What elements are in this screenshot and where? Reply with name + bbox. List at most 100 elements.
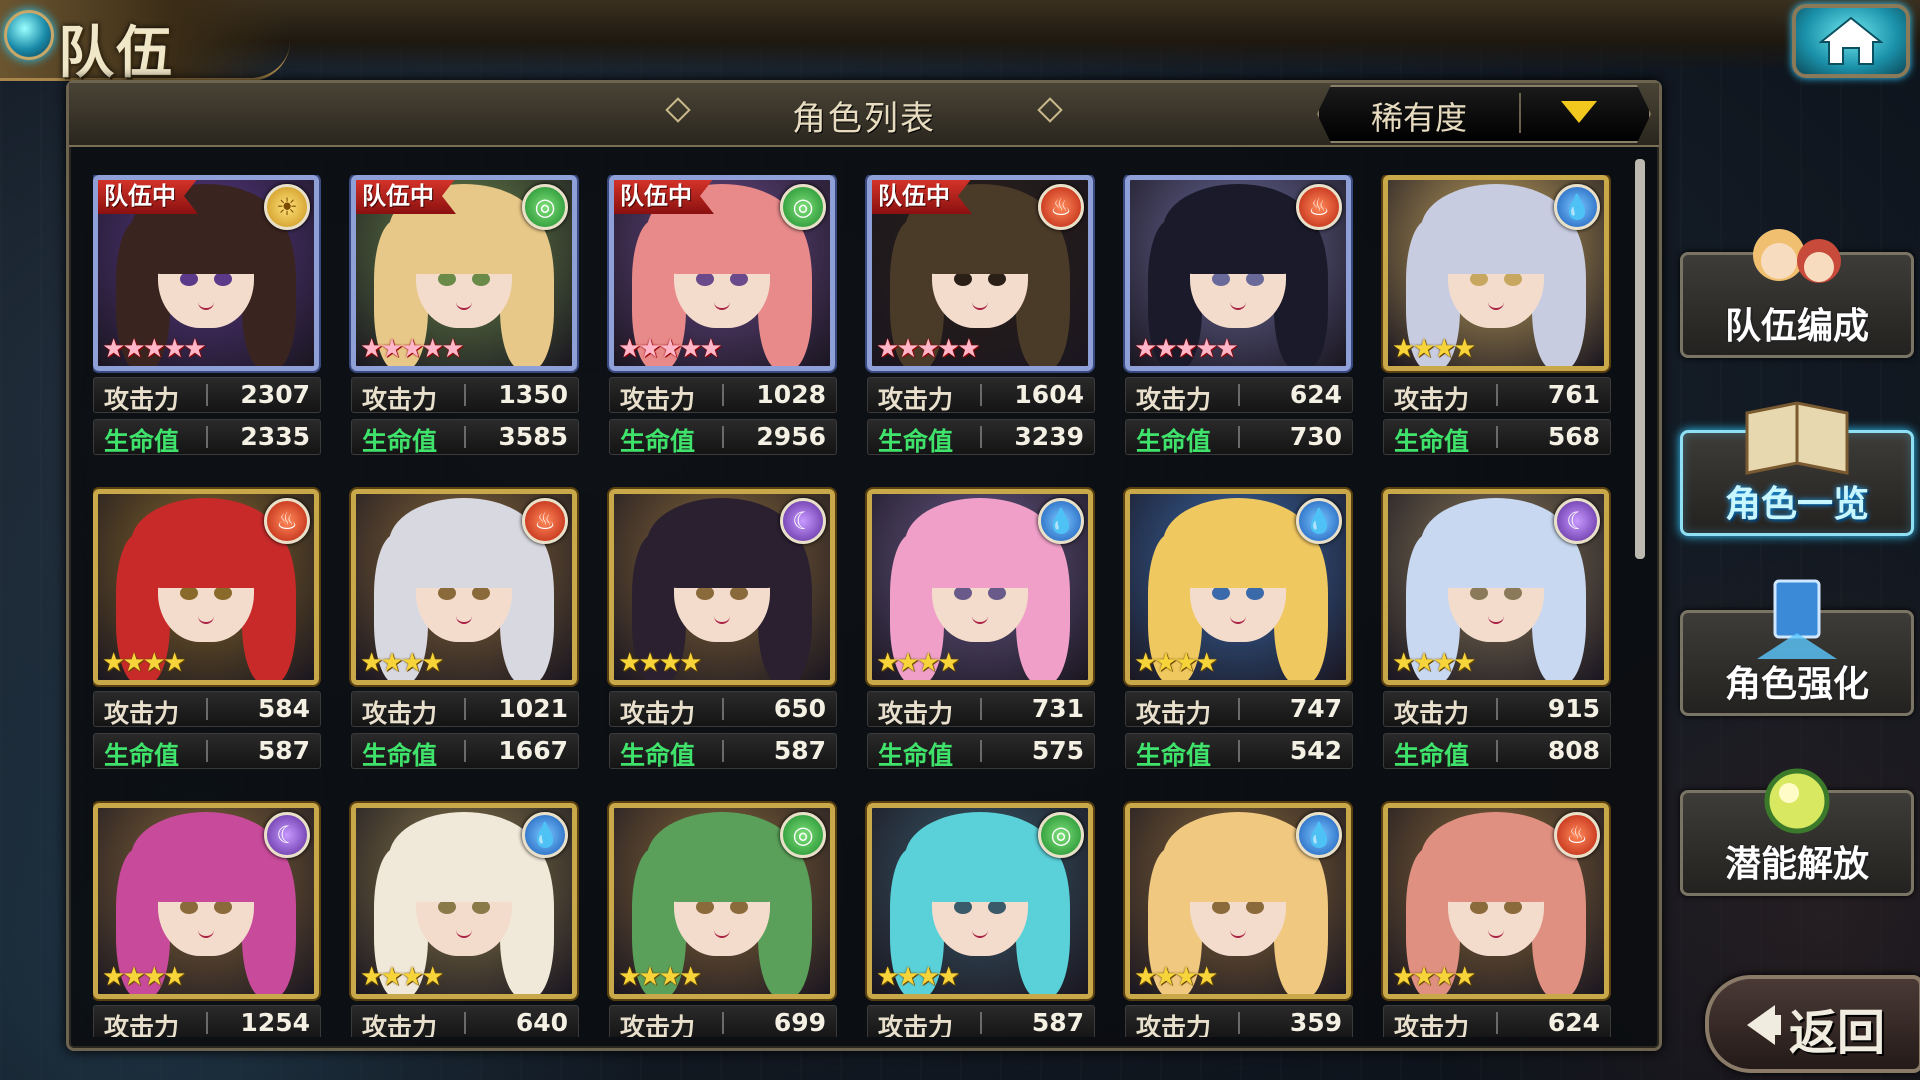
star-icon: ★ <box>420 334 444 364</box>
character-card[interactable]: ☾ ★★★★ 攻击力 915 生命值 808 <box>1383 489 1611 770</box>
star-icon: ★ <box>400 334 424 364</box>
atk-label: 攻击力 <box>362 699 438 728</box>
atk-label: 攻击力 <box>620 699 696 728</box>
star-icon: ★ <box>1154 334 1177 364</box>
fire-element-icon: ♨ <box>1038 184 1084 230</box>
character-card[interactable]: 💧 ★★★★ 攻击力 731 生命值 575 <box>867 489 1095 770</box>
sort-dropdown[interactable]: 稀有度 <box>1317 85 1651 143</box>
atk-stat: 攻击力 624 <box>1383 1005 1611 1037</box>
character-card[interactable]: ♨ ★★★★ 攻击力 624 <box>1383 803 1611 1037</box>
side-menu-label: 角色一览 <box>1724 484 1869 525</box>
character-card[interactable]: 队伍中 ☀ ★★★★★ 攻击力 2307 生命值 2335 <box>93 175 321 456</box>
character-portrait[interactable]: ☾ ★★★★ <box>93 803 319 999</box>
character-portrait[interactable]: 队伍中 ☀ ★★★★★ <box>93 175 319 371</box>
home-button[interactable] <box>1792 4 1910 78</box>
atk-stat: 攻击力 650 <box>609 691 837 728</box>
atk-value: 624 <box>1547 1008 1600 1037</box>
atk-label: 攻击力 <box>878 385 954 414</box>
atk-stat: 攻击力 915 <box>1383 691 1611 728</box>
character-portrait[interactable]: 队伍中 ◎ ★★★★★ <box>351 175 577 371</box>
character-portrait[interactable]: 💧 ★★★★ <box>867 489 1093 685</box>
character-portrait[interactable]: 队伍中 ♨ ★★★★★ <box>867 175 1093 371</box>
gem-icon <box>4 10 54 60</box>
side-menu-item[interactable]: 角色强化 <box>1680 579 1914 716</box>
character-card[interactable]: 队伍中 ◎ ★★★★★ 攻击力 1350 生命值 3585 <box>351 175 579 456</box>
side-menu-item[interactable]: 潜能解放 <box>1680 768 1914 896</box>
character-portrait[interactable]: ♨ ★★★★★ <box>1125 175 1351 371</box>
character-card[interactable]: 💧 ★★★★ 攻击力 761 生命值 568 <box>1383 175 1611 456</box>
divider <box>464 1012 466 1034</box>
hp-value: 2335 <box>240 422 310 451</box>
dark-element-icon: ☾ <box>264 812 310 858</box>
hp-label: 生命值 <box>104 427 180 456</box>
character-card[interactable]: 队伍中 ◎ ★★★★★ 攻击力 1028 生命值 2956 <box>609 175 837 456</box>
character-portrait[interactable]: ◎ ★★★★ <box>867 803 1093 999</box>
hp-label: 生命值 <box>878 427 954 456</box>
side-menu-item[interactable]: 角色一览 <box>1680 401 1914 536</box>
divider <box>1238 426 1240 448</box>
character-card[interactable]: ☾ ★★★★ 攻击力 650 生命值 587 <box>609 489 837 770</box>
hp-label: 生命值 <box>1136 427 1212 456</box>
character-card[interactable]: 💧 ★★★★ 攻击力 359 <box>1125 803 1353 1037</box>
star-icon: ★ <box>618 334 641 364</box>
star-icon: ★ <box>1432 648 1456 678</box>
rarity-stars: ★★★★★ <box>360 334 465 364</box>
character-card[interactable]: ♨ ★★★★ 攻击力 584 生命值 587 <box>93 489 321 770</box>
divider <box>464 384 466 406</box>
star-icon: ★ <box>441 334 464 364</box>
atk-stat: 攻击力 624 <box>1125 377 1353 414</box>
home-icon <box>1819 16 1883 65</box>
atk-stat: 攻击力 584 <box>93 691 321 728</box>
character-card[interactable]: 💧 ★★★★ 攻击力 747 生命值 542 <box>1125 489 1353 770</box>
hp-value: 587 <box>773 736 826 765</box>
star-icon: ★ <box>1154 648 1177 678</box>
star-icon: ★ <box>876 648 899 678</box>
side-menu-item[interactable]: 队伍编成 <box>1680 229 1914 358</box>
divider <box>722 384 724 406</box>
atk-value: 1021 <box>498 694 568 723</box>
atk-value: 1604 <box>1014 380 1084 409</box>
star-icon: ★ <box>678 334 702 364</box>
star-icon: ★ <box>400 648 424 678</box>
wind-element-icon: ◎ <box>780 184 826 230</box>
character-portrait[interactable]: 💧 ★★★★ <box>1125 489 1351 685</box>
character-card[interactable]: 💧 ★★★★ 攻击力 640 <box>351 803 579 1037</box>
hp-value: 575 <box>1031 736 1084 765</box>
character-portrait[interactable]: 💧 ★★★★ <box>1383 175 1609 371</box>
character-portrait[interactable]: ♨ ★★★★ <box>93 489 319 685</box>
star-icon: ★ <box>122 648 145 678</box>
character-card[interactable]: ♨ ★★★★ 攻击力 1021 生命值 1667 <box>351 489 579 770</box>
character-portrait[interactable]: ♨ ★★★★ <box>1383 803 1609 999</box>
star-icon: ★ <box>1412 648 1435 678</box>
atk-stat: 攻击力 587 <box>867 1005 1095 1037</box>
character-portrait[interactable]: 💧 ★★★★ <box>351 803 577 999</box>
star-icon: ★ <box>380 334 403 364</box>
back-button[interactable]: 返回 <box>1705 975 1920 1073</box>
character-card[interactable]: ◎ ★★★★ 攻击力 699 <box>609 803 837 1037</box>
star-icon: ★ <box>1412 334 1435 364</box>
character-portrait[interactable]: ☾ ★★★★ <box>609 489 835 685</box>
book-icon <box>1737 393 1857 483</box>
character-portrait[interactable]: 💧 ★★★★ <box>1125 803 1351 999</box>
star-icon: ★ <box>876 962 899 992</box>
character-card[interactable]: ☾ ★★★★ 攻击力 1254 <box>93 803 321 1037</box>
hp-stat: 生命值 3585 <box>351 419 579 456</box>
atk-label: 攻击力 <box>1394 1013 1470 1037</box>
character-portrait[interactable]: 队伍中 ◎ ★★★★★ <box>609 175 835 371</box>
scrollbar[interactable] <box>1635 159 1645 559</box>
atk-label: 攻击力 <box>620 1013 696 1037</box>
character-card[interactable]: ◎ ★★★★ 攻击力 587 <box>867 803 1095 1037</box>
divider <box>1496 426 1498 448</box>
character-portrait[interactable]: ♨ ★★★★ <box>351 489 577 685</box>
atk-stat: 攻击力 1254 <box>93 1005 321 1037</box>
star-icon: ★ <box>183 334 206 364</box>
character-card[interactable]: ♨ ★★★★★ 攻击力 624 生命值 730 <box>1125 175 1353 456</box>
character-portrait[interactable]: ☾ ★★★★ <box>1383 489 1609 685</box>
character-card[interactable]: 队伍中 ♨ ★★★★★ 攻击力 1604 生命值 3239 <box>867 175 1095 456</box>
fire-element-icon: ♨ <box>264 498 310 544</box>
rarity-stars: ★★★★ <box>1392 334 1476 364</box>
character-portrait[interactable]: ◎ ★★★★ <box>609 803 835 999</box>
atk-stat: 攻击力 359 <box>1125 1005 1353 1037</box>
star-icon: ★ <box>1452 962 1476 992</box>
star-icon: ★ <box>936 962 960 992</box>
